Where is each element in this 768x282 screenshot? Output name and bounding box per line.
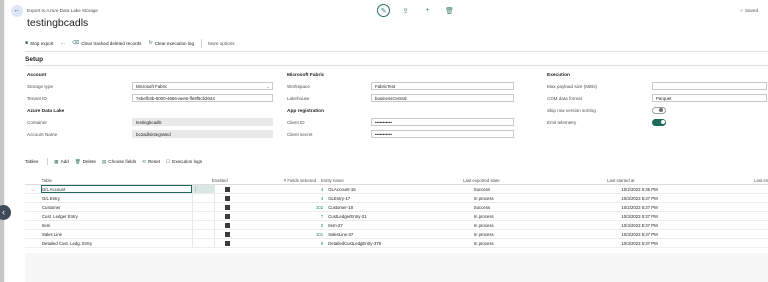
tenant-id-field[interactable]: 7ebefb3b-5000-4666-aee5-ffe9f5cb3044 — [132, 94, 273, 102]
container-field[interactable]: testingbcadls — [132, 118, 273, 126]
stop-export-button[interactable]: ■ Stop export — [25, 40, 54, 46]
max-payload-field[interactable] — [652, 82, 767, 90]
clear-tracked-button[interactable]: ⌫ Clear tracked deleted records — [72, 40, 141, 46]
action-bar: ■ Stop export ··· ⌫ Clear tracked deleted … — [25, 37, 242, 49]
skip-row-label: Skip row version sorting — [547, 107, 596, 113]
divider — [201, 38, 202, 48]
table-row[interactable]: → G/L Account ⋮ 4 GLAccount-15 Success 1… — [25, 185, 768, 194]
account-name-label: Account Name — [27, 131, 58, 137]
max-payload-label: Max payload size (MiBs) — [547, 83, 598, 89]
clear-log-button[interactable]: ↻ Clear execution log — [148, 40, 194, 46]
tables-grid: Table Enabled # Fields selected Entity n… — [25, 176, 768, 248]
page-toolbar: ✎ ⇪ + 🗑 — [377, 4, 465, 17]
stop-icon: ■ — [25, 40, 29, 46]
new-plus-icon[interactable]: + — [421, 4, 434, 17]
enabled-checkbox[interactable] — [225, 186, 231, 192]
enabled-checkbox[interactable] — [225, 222, 231, 228]
refresh-icon: ↻ — [148, 40, 153, 46]
storage-type-label: Storage type — [27, 83, 54, 89]
setup-section-title[interactable]: Setup — [25, 56, 43, 63]
table-row[interactable]: Sales Line 101 SalesLine-37 In process 1… — [25, 230, 768, 239]
azure-group-title: Azure Data Lake — [27, 109, 65, 114]
execution-group-title: Execution — [547, 73, 570, 78]
row-menu-button[interactable]: ⋮ — [191, 185, 216, 193]
add-button[interactable]: ▦ Add — [54, 159, 69, 165]
storage-type-select[interactable]: Microsoft Fabric ⌄ — [132, 82, 273, 90]
share-icon[interactable]: ⇪ — [399, 4, 412, 17]
client-id-field[interactable]: ••••••••••• — [371, 118, 514, 126]
delete-trash-icon[interactable]: 🗑 — [443, 4, 456, 17]
back-arrow-icon[interactable]: ← — [11, 5, 23, 17]
cdm-format-select[interactable]: Parquet — [652, 94, 767, 102]
divider — [47, 158, 49, 165]
edit-pencil-icon[interactable]: ✎ — [377, 4, 390, 17]
emit-telemetry-label: Emit telemetry — [547, 119, 577, 125]
col-header-started[interactable]: Last started at — [606, 176, 753, 184]
col-header-enabled[interactable]: Enabled — [211, 176, 248, 184]
table-row[interactable]: G/L Entry 4 GLEntry-17 In process 10/3/2… — [25, 194, 768, 203]
fabric-group-title: Microsoft Fabric — [287, 73, 325, 78]
reset-button[interactable]: ⟲ Reset — [142, 159, 160, 165]
enabled-checkbox[interactable] — [225, 195, 231, 201]
client-secret-field[interactable]: ••••••••••• — [371, 130, 514, 138]
fabric-column: Microsoft Fabric Workspace FabricTest La… — [287, 71, 537, 140]
lakehouse-field[interactable]: businessCentral — [371, 94, 514, 102]
divider — [25, 65, 768, 66]
divider — [25, 51, 768, 52]
container-label: Container — [27, 119, 47, 125]
left-rail — [0, 0, 4, 282]
tables-label: Tables — [25, 159, 39, 164]
grid-header: Table Enabled # Fields selected Entity n… — [25, 176, 768, 185]
overflow-dots-button[interactable]: ··· — [61, 41, 66, 46]
page-title: testingbcadls — [27, 17, 89, 29]
client-id-label: Client ID — [287, 119, 305, 125]
log-icon: ☐ — [166, 158, 171, 164]
enabled-checkbox[interactable] — [225, 231, 231, 237]
grid-empty-area — [25, 253, 768, 282]
card-page: ← Export to Azure Data Lake Storage test… — [5, 0, 768, 282]
account-column: Account Storage type Microsoft Fabric ⌄ T… — [27, 71, 277, 140]
tenant-id-label: Tenant ID — [27, 95, 47, 101]
add-icon: ▦ — [54, 158, 59, 164]
workspace-field[interactable]: FabricTest — [371, 82, 514, 90]
table-row[interactable]: Item 2 Item-27 In process 10/3/2023 5:37… — [25, 221, 768, 230]
col-header-error[interactable]: Last error — [753, 176, 768, 184]
saved-status: ✓ Saved — [739, 8, 758, 13]
trash-icon: 🗑 — [74, 158, 81, 164]
client-secret-label: Client secret — [287, 131, 313, 137]
execution-column: Execution Max payload size (MiBs) CDM da… — [547, 71, 767, 128]
row-arrow-icon: → — [30, 187, 36, 192]
col-header-state[interactable]: Last exported state — [462, 176, 518, 184]
account-group-title: Account — [27, 73, 47, 78]
col-header-fields[interactable]: # Fields selected — [248, 176, 320, 184]
chevron-down-icon: ⌄ — [266, 84, 270, 89]
tables-action-bar: Tables ▦ Add 🗑 Delete ▤ Choose fields ⟲ Rese… — [25, 157, 208, 166]
delete-button[interactable]: 🗑 Delete — [75, 159, 96, 165]
cdm-format-label: CDM data format — [547, 95, 582, 101]
col-header-table[interactable]: Table — [41, 176, 188, 184]
clear-icon: ⌫ — [72, 40, 80, 46]
choose-fields-button[interactable]: ▤ Choose fields — [102, 159, 136, 165]
page-caption: Export to Azure Data Lake Storage — [27, 8, 98, 13]
more-options-button[interactable]: More options — [208, 41, 235, 46]
enabled-checkbox[interactable] — [225, 204, 231, 210]
app-registration-group-title: App registration — [287, 109, 325, 114]
col-header-entity[interactable]: Entity name — [320, 176, 462, 184]
emit-telemetry-toggle[interactable] — [652, 118, 666, 126]
workspace-label: Workspace — [287, 83, 310, 89]
enabled-checkbox[interactable] — [225, 240, 231, 246]
fields-icon: ▤ — [101, 158, 107, 164]
reset-icon: ⟲ — [142, 158, 146, 164]
skip-row-toggle[interactable] — [652, 106, 666, 114]
table-row[interactable]: Detailed Cust. Ledg. Entry 9 DetailedCus… — [25, 239, 768, 248]
enabled-checkbox[interactable] — [225, 213, 231, 219]
table-row[interactable]: Cust. Ledger Entry 7 CustLedgerEntry-21 … — [25, 212, 768, 221]
account-name-field[interactable]: bc2adlsintegrated — [132, 130, 273, 138]
lakehouse-label: Lakehouse — [287, 95, 310, 101]
execution-logs-button[interactable]: ☐ Execution logs — [166, 159, 202, 165]
table-row[interactable]: Customer 102 Customer-18 Success 10/2/20… — [25, 203, 768, 212]
